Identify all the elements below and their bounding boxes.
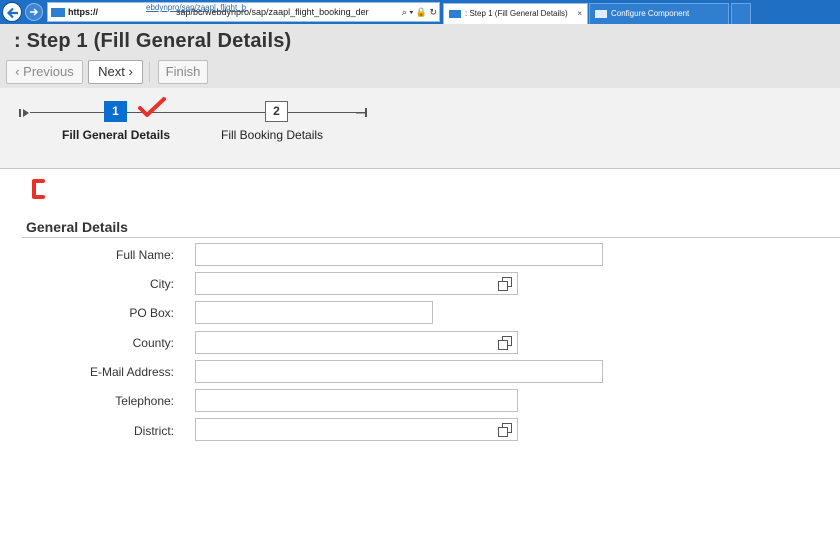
section-divider <box>22 237 840 238</box>
close-tab-icon[interactable]: × <box>577 4 582 24</box>
county-label: County: <box>132 336 174 350</box>
sap-logo-icon <box>595 9 607 18</box>
tab-label: Configure Component <box>611 9 690 18</box>
value-help-icon[interactable] <box>497 276 513 292</box>
city-label: City: <box>150 277 174 291</box>
roadmap-step-1[interactable]: 1 <box>104 101 127 122</box>
address-tools[interactable]: ⌕ ▾ 🔒 ↻ <box>402 3 437 21</box>
po-box-label: PO Box: <box>129 306 174 320</box>
roadmap-step-2[interactable]: 2 <box>265 101 288 122</box>
district-label: District: <box>134 424 174 438</box>
telephone-input[interactable] <box>195 389 518 412</box>
full-name-input[interactable] <box>195 243 603 266</box>
back-arrow-icon[interactable] <box>2 2 22 22</box>
district-input[interactable] <box>195 418 518 441</box>
roadmap: 1 Fill General Details 2 Fill Booking De… <box>0 88 840 169</box>
full-name-label: Full Name: <box>115 248 174 262</box>
email-input[interactable] <box>195 360 603 383</box>
roadmap-start-icon <box>19 109 29 117</box>
tab-configure-component[interactable]: Configure Component <box>589 3 729 24</box>
finish-button[interactable]: Finish <box>158 60 208 84</box>
section-title: General Details <box>26 219 128 235</box>
roadmap-step-1-label[interactable]: Fill General Details <box>62 128 170 142</box>
roadmap-line <box>30 112 362 113</box>
tab-label: : Step 1 (Fill General Details) <box>465 9 568 18</box>
value-help-icon[interactable] <box>497 335 513 351</box>
site-logo-icon <box>51 8 65 17</box>
sap-logo-icon <box>449 9 461 18</box>
previous-button[interactable]: ‹ Previous <box>6 60 83 84</box>
roadmap-end-icon <box>356 108 367 117</box>
page-header: : Step 1 (Fill General Details) ‹ Previo… <box>0 24 840 88</box>
address-bar[interactable]: https://sap/bc/webdynpro/sap/zaapl_fligh… <box>47 2 440 22</box>
email-label: E-Mail Address: <box>89 365 174 379</box>
bracket-annotation <box>32 179 45 199</box>
checkmark-annotation <box>138 97 166 117</box>
browser-toolbar: https://sap/bc/webdynpro/sap/zaapl_fligh… <box>0 0 840 24</box>
telephone-label: Telephone: <box>115 394 174 408</box>
value-help-icon[interactable] <box>497 422 513 438</box>
page-title: : Step 1 (Fill General Details) <box>14 30 292 52</box>
next-button[interactable]: Next › <box>88 60 143 84</box>
forward-arrow-icon[interactable] <box>25 3 43 21</box>
county-input[interactable] <box>195 331 518 354</box>
url-prefix: https:// <box>68 7 98 17</box>
roadmap-step-2-label[interactable]: Fill Booking Details <box>221 128 323 142</box>
po-box-input[interactable] <box>195 301 433 324</box>
url-ghost-link: ebdynpro/sap/zaapl_flight_b <box>146 3 247 12</box>
city-input[interactable] <box>195 272 518 295</box>
tab-step-1[interactable]: : Step 1 (Fill General Details) × <box>443 3 588 24</box>
new-tab-button[interactable] <box>731 3 751 24</box>
toolbar-separator <box>149 62 150 82</box>
